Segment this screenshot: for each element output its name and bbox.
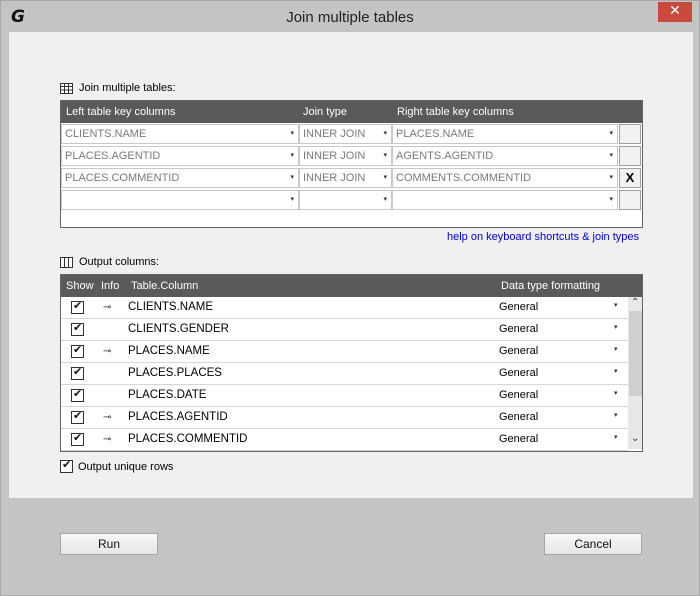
output-section-title: Output columns: [79, 256, 160, 268]
join-type-select[interactable]: INNER JOIN ▾ [299, 168, 392, 188]
format-select[interactable]: General [499, 411, 538, 423]
scroll-down-icon[interactable]: ⌄ [631, 433, 639, 444]
right-key-select[interactable]: AGENTS.AGENTID ▾ [392, 146, 618, 166]
header-left-key: Left table key columns [66, 106, 176, 118]
remove-join-button[interactable] [619, 190, 641, 210]
left-key-select[interactable]: PLACES.AGENTID ▾ [61, 146, 299, 166]
dialog-content: Join multiple tables: Left table key col… [9, 32, 693, 498]
join-type-select[interactable]: INNER JOIN ▾ [299, 124, 392, 144]
scroll-up-icon[interactable]: ⌃ [631, 297, 639, 308]
header-data-type: Data type formatting [501, 280, 601, 292]
column-name: PLACES.COMMENTID [128, 433, 248, 445]
chevron-down-icon: ▾ [383, 196, 387, 203]
title-bar: G Join multiple tables ✕ [1, 1, 699, 32]
chevron-down-icon[interactable]: ▾ [614, 411, 618, 419]
format-select[interactable]: General [499, 301, 538, 313]
chevron-down-icon: ▾ [383, 152, 387, 159]
column-name: CLIENTS.NAME [128, 301, 213, 313]
column-name: PLACES.PLACES [128, 367, 222, 379]
left-key-select[interactable]: ▾ [61, 190, 299, 210]
unique-rows-option[interactable]: Output unique rows [60, 458, 174, 473]
join-type-select[interactable]: INNER JOIN ▾ [299, 146, 392, 166]
header-table-column: Table.Column [131, 280, 199, 292]
chevron-down-icon[interactable]: ▾ [614, 433, 618, 441]
show-checkbox[interactable] [71, 365, 84, 380]
window-title: Join multiple tables [286, 9, 414, 26]
chevron-down-icon: ▾ [290, 152, 294, 159]
chevron-down-icon: ▾ [609, 130, 613, 137]
header-right-key: Right table key columns [397, 106, 514, 118]
chevron-down-icon: ▾ [383, 174, 387, 181]
format-select[interactable]: General [499, 345, 538, 357]
join-grid-header: Left table key columns Join type Right t… [61, 101, 642, 123]
remove-join-button[interactable] [619, 146, 641, 166]
show-checkbox[interactable] [71, 299, 84, 314]
close-button[interactable]: ✕ [658, 2, 692, 22]
show-checkbox[interactable] [71, 343, 84, 358]
remove-join-button[interactable]: X [619, 168, 641, 188]
scrollbar-thumb[interactable] [629, 311, 642, 396]
header-show: Show [66, 280, 94, 292]
output-grid-header: Show Info Table.Column Data type formatt… [61, 275, 642, 297]
chevron-down-icon: ▾ [290, 174, 294, 181]
table-row: ⊸ PLACES.COMMENTID General ▾ [61, 429, 628, 451]
join-section-title: Join multiple tables: [79, 82, 176, 94]
left-key-select[interactable]: CLIENTS.NAME ▾ [61, 124, 299, 144]
cancel-button[interactable]: Cancel [544, 533, 642, 555]
show-checkbox[interactable] [71, 321, 84, 336]
chevron-down-icon[interactable]: ▾ [614, 323, 618, 331]
join-type-select[interactable]: ▾ [299, 190, 392, 210]
table-row: ⊸ CLIENTS.NAME General ▾ [61, 297, 628, 319]
chevron-down-icon[interactable]: ▾ [614, 367, 618, 375]
format-select[interactable]: General [499, 433, 538, 445]
show-checkbox[interactable] [71, 409, 84, 424]
output-columns-grid: Show Info Table.Column Data type formatt… [60, 274, 643, 452]
right-key-select[interactable]: PLACES.NAME ▾ [392, 124, 618, 144]
header-info: Info [101, 280, 120, 292]
column-name: PLACES.AGENTID [128, 411, 228, 423]
key-icon: ⊸ [103, 302, 111, 313]
show-checkbox[interactable] [71, 387, 84, 402]
left-key-select[interactable]: PLACES.COMMENTID ▾ [61, 168, 299, 188]
unique-rows-checkbox[interactable] [60, 458, 73, 473]
help-link[interactable]: help on keyboard shortcuts & join types [447, 231, 639, 243]
join-section-label: Join multiple tables: [60, 82, 176, 94]
key-icon: ⊸ [103, 346, 111, 357]
chevron-down-icon: ▾ [609, 152, 613, 159]
dialog-window: G Join multiple tables ✕ Join multiple t… [0, 0, 700, 596]
table-row: CLIENTS.GENDER General ▾ [61, 319, 628, 341]
table-row: ⊸ PLACES.AGENTID General ▾ [61, 407, 628, 429]
table-row: ⊸ PLACES.NAME General ▾ [61, 341, 628, 363]
right-key-select[interactable]: COMMENTS.COMMENTID ▾ [392, 168, 618, 188]
column-name: PLACES.NAME [128, 345, 210, 357]
run-button[interactable]: Run [60, 533, 158, 555]
table-icon [60, 82, 73, 94]
column-name: CLIENTS.GENDER [128, 323, 229, 335]
table-row: PLACES.DATE General ▾ [61, 385, 628, 407]
chevron-down-icon: ▾ [290, 196, 294, 203]
header-join-type: Join type [303, 106, 348, 118]
table-row: PLACES.PLACES General ▾ [61, 363, 628, 385]
chevron-down-icon: ▾ [383, 130, 387, 137]
chevron-down-icon[interactable]: ▾ [614, 345, 618, 353]
unique-rows-label: Output unique rows [78, 460, 174, 473]
right-key-select[interactable]: ▾ [392, 190, 618, 210]
chevron-down-icon[interactable]: ▾ [614, 389, 618, 397]
show-checkbox[interactable] [71, 431, 84, 446]
chevron-down-icon: ▾ [609, 174, 613, 181]
output-section-label: Output columns: [60, 256, 159, 268]
chevron-down-icon[interactable]: ▾ [614, 301, 618, 309]
chevron-down-icon: ▾ [290, 130, 294, 137]
columns-icon [60, 256, 73, 268]
join-table-grid: Left table key columns Join type Right t… [60, 100, 643, 228]
remove-join-button[interactable] [619, 124, 641, 144]
chevron-down-icon: ▾ [609, 196, 613, 203]
column-name: PLACES.DATE [128, 389, 207, 401]
format-select[interactable]: General [499, 389, 538, 401]
key-icon: ⊸ [103, 434, 111, 445]
format-select[interactable]: General [499, 323, 538, 335]
format-select[interactable]: General [499, 367, 538, 379]
key-icon: ⊸ [103, 412, 111, 423]
vertical-scrollbar[interactable]: ⌃ ⌄ [628, 297, 642, 449]
